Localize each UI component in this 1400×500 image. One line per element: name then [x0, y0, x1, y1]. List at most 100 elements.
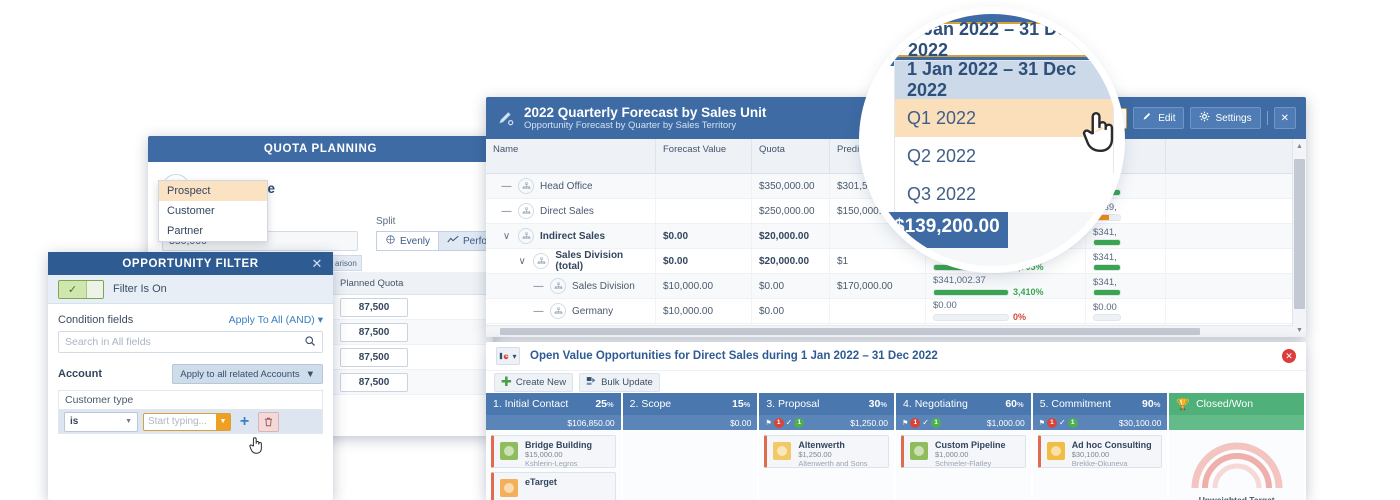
pipeline-stage-header[interactable]: 2. Scope 15% [622, 393, 760, 415]
filter-on-toggle[interactable]: ✓ [58, 279, 104, 299]
magnified-dropdown-option[interactable]: Q3 2022 [895, 175, 1113, 213]
forecast-unit-name: Sales Division (total) [555, 250, 624, 272]
apply-related-accounts-button[interactable]: Apply to all related Accounts ▼ [172, 364, 323, 384]
planned-quota-value[interactable]: 87,500 [340, 322, 408, 342]
forecast-title-block: 2022 Quarterly Forecast by Sales Unit Op… [524, 105, 766, 132]
filter-on-label: Filter Is On [113, 283, 167, 295]
planned-quota-value[interactable]: 87,500 [340, 347, 408, 367]
filter-search-field[interactable]: Search in All fields [58, 331, 323, 353]
pipeline-column: Ad hoc Consulting $30,100.00 Brekke-Okunev… [1033, 430, 1170, 500]
value-combobox[interactable]: Start typing... ▼ [143, 412, 231, 431]
stage-amount: $106,850.00 [567, 417, 615, 428]
forecast-value-cell: $10,000.00 [656, 274, 752, 298]
opportunity-account: Altenwerth and Sons [798, 459, 868, 468]
org-unit-icon [550, 278, 566, 294]
add-condition-button[interactable]: + [236, 413, 253, 431]
magnified-dropdown-option[interactable]: 1 Jan 2022 – 31 Dec 2022 [895, 59, 1113, 100]
opportunity-card[interactable]: Custom Pipeline $1,000.00 Schmeler-Flatley [901, 435, 1026, 468]
close-icon[interactable]: ✕ [312, 256, 324, 272]
pipeline-stage-header[interactable]: 1. Initial Contact 25% [486, 393, 623, 415]
split-performance-button[interactable]: Performanc [439, 231, 493, 251]
delete-condition-button[interactable] [258, 411, 279, 432]
opportunity-card[interactable]: Bridge Building $15,000.00 Kshlerin-Legros [491, 435, 616, 468]
quota-planned-cell: 87,500 [326, 372, 476, 392]
opportunity-account: Schmeler-Flatley [935, 459, 992, 468]
chevron-down-icon: ▾ [512, 351, 517, 361]
dropdown-option[interactable]: Partner [159, 221, 267, 241]
pipeline-title: Open Value Opportunities for Direct Sale… [530, 350, 938, 362]
close-button[interactable]: ✕ [1273, 107, 1296, 129]
chart-icon[interactable]: ▾ [496, 347, 520, 365]
forecast-table-row[interactable]: — Germany $10,000.00 $0.00 $0.00 0% $0.00 [486, 299, 1306, 324]
planned-quota-value[interactable]: 87,500 [340, 297, 408, 317]
pipeline-stage-header[interactable]: 4. Negotiating 60% [896, 393, 1033, 415]
opportunity-filter-titlebar: OPPORTUNITY FILTER ✕ [48, 252, 333, 275]
split-evenly-button[interactable]: Evenly [376, 231, 440, 251]
pipeline-stage-header[interactable]: 3. Proposal 30% [759, 393, 897, 415]
operator-select[interactable]: is ▼ [64, 411, 138, 432]
magnified-dropdown-option[interactable]: Q2 2022 [895, 137, 1113, 175]
dropdown-option[interactable]: Prospect [159, 181, 267, 201]
condition-field-name: Customer type [58, 390, 323, 409]
forecast-table-row[interactable]: — Sales Division $10,000.00 $0.00 $170,000.0… [486, 274, 1306, 299]
stage-probability: 90% [1142, 398, 1161, 410]
scroll-up-icon[interactable]: ▲ [1293, 139, 1306, 153]
bulk-update-button[interactable]: Bulk Update [579, 372, 660, 392]
value-dropdown-menu[interactable]: Prospect Customer Partner [158, 180, 268, 242]
stage-flag-icons: ⚑ 1 ✓ 1 [765, 417, 805, 428]
settings-button[interactable]: Settings [1190, 107, 1261, 129]
comparison-tab[interactable]: arison [330, 255, 362, 271]
quota-col-planned-quota: Planned Quota [340, 277, 404, 289]
stage-amount: $0.00 [730, 417, 752, 428]
trend-line-icon [447, 235, 459, 247]
stage-name: Closed/Won [1196, 398, 1254, 410]
expand-collapse-toggle[interactable]: — [533, 281, 544, 292]
edit-button[interactable]: Edit [1133, 107, 1185, 129]
search-icon[interactable] [304, 335, 316, 350]
pipeline-stage-header[interactable]: 5. Commitment 90% [1032, 393, 1170, 415]
pipeline-stage-total: $0.00 [622, 415, 760, 430]
filter-search-placeholder: Search in All fields [65, 336, 151, 348]
expand-collapse-toggle[interactable]: ∨ [501, 231, 512, 242]
quota-percentage: 0% [1013, 312, 1027, 322]
forecast-title: 2022 Quarterly Forecast by Sales Unit [524, 104, 767, 120]
forecast-horizontal-scrollbar[interactable] [486, 325, 1293, 337]
stage-probability: 30% [868, 398, 888, 410]
dropdown-option[interactable]: Customer [159, 201, 267, 221]
condition-fields-label: Condition fields [58, 314, 134, 326]
quota-planned-cell: 87,500 [326, 347, 476, 367]
opportunity-card[interactable]: Altenwerth $1,250.00 Altenwerth and Sons [764, 435, 890, 468]
pipeline-stage-header[interactable]: 🏆 Closed/Won [1169, 393, 1306, 415]
magnified-dropdown-option[interactable]: Q1 2022 [895, 99, 1113, 137]
opportunity-card[interactable]: Ad hoc Consulting $30,100.00 Brekke-Okunev… [1037, 435, 1163, 468]
pipeline-close-icon[interactable]: ✕ [1282, 349, 1296, 363]
scroll-down-icon[interactable]: ▼ [1293, 323, 1306, 337]
opportunity-card[interactable]: eTarget [491, 472, 616, 500]
create-new-button[interactable]: ✚ Create New [494, 372, 574, 392]
forecast-column-header[interactable]: Quota [752, 139, 830, 173]
opportunity-logo-icon [498, 477, 520, 499]
forecast-name-cell: — Direct Sales [486, 199, 656, 223]
magnified-amount: $139,200.00 [894, 216, 1000, 237]
stage-probability: 15% [731, 398, 751, 410]
magnified-date-selector[interactable]: 1 Jan 2022 – 31 Dec 2022 [894, 19, 1112, 60]
apply-to-all-dropdown[interactable]: Apply To All (AND) ▾ [229, 314, 323, 326]
stage-flag-icons: ⚑ 1 ✓ 1 [902, 417, 941, 428]
quota-planning-title: QUOTA PLANNING [148, 136, 493, 162]
pipeline-panel: ▾ Open Value Opportunities for Direct Sa… [486, 342, 1306, 500]
expand-collapse-toggle[interactable]: ∨ [517, 256, 527, 267]
forecast-vertical-scrollbar[interactable]: ▲ ▼ [1292, 139, 1306, 337]
forecast-column-header[interactable]: Forecast Value [656, 139, 752, 173]
operator-value: is [70, 416, 79, 427]
planned-quota-value[interactable]: 87,500 [340, 372, 408, 392]
pipeline-stage-total: ⚑ 1 ✓ 1 $1,250.00 [759, 415, 897, 430]
opportunity-filter-title: OPPORTUNITY FILTER [122, 257, 259, 270]
forecast-column-header[interactable]: Name [486, 139, 656, 173]
chevron-down-icon[interactable]: ▼ [216, 413, 230, 430]
scroll-thumb[interactable] [1294, 159, 1305, 309]
hscroll-thumb[interactable] [500, 328, 1200, 335]
expand-collapse-toggle[interactable]: — [501, 181, 512, 192]
forecast-unit-name: Head Office [540, 180, 593, 192]
expand-collapse-toggle[interactable]: — [501, 206, 512, 217]
expand-collapse-toggle[interactable]: — [533, 306, 544, 317]
